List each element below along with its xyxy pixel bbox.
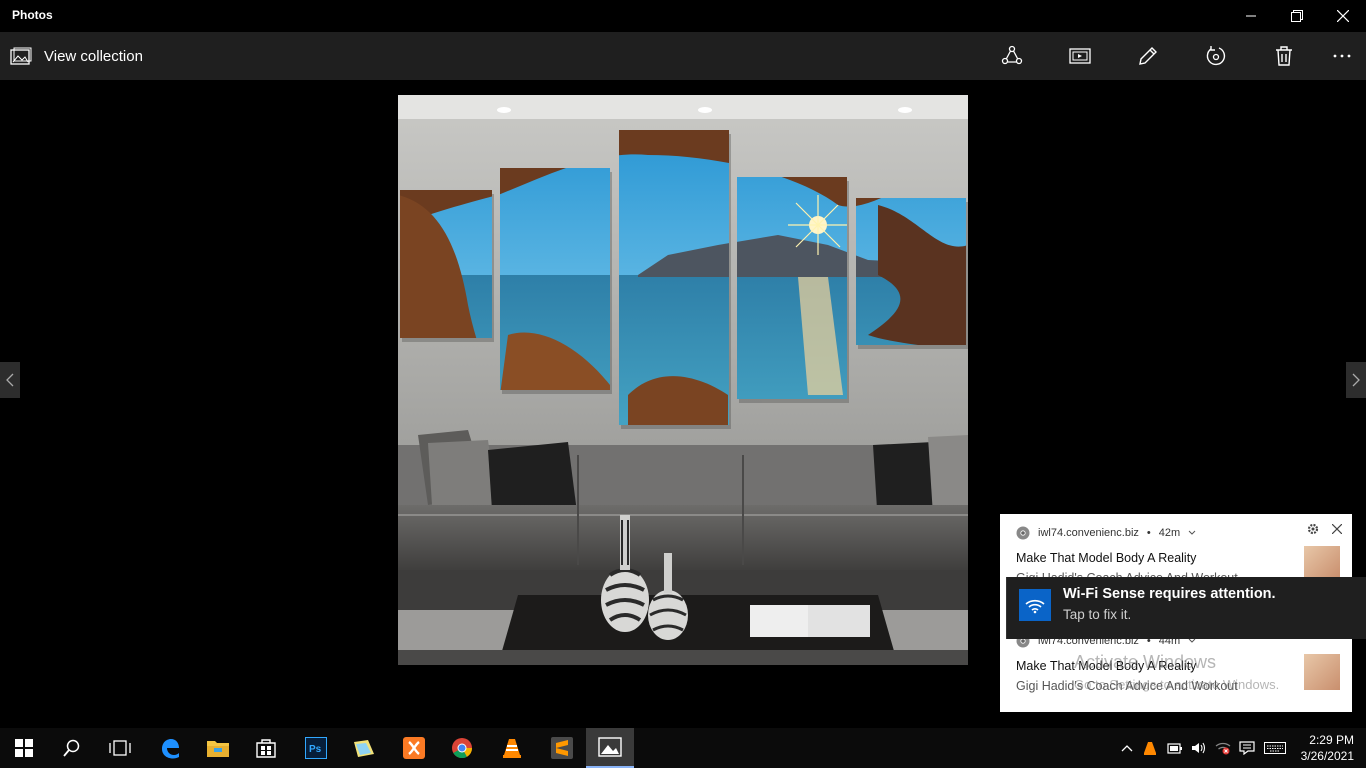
search-icon bbox=[63, 739, 80, 757]
minimize-icon bbox=[1246, 15, 1256, 17]
collection-icon bbox=[10, 47, 32, 65]
notification-title[interactable]: Make That Model Body A Reality bbox=[1016, 551, 1196, 565]
minimize-button[interactable] bbox=[1228, 0, 1274, 32]
taskbar-clock[interactable]: 2:29 PM 3/26/2021 bbox=[1301, 732, 1354, 764]
touch-keyboard-button[interactable] bbox=[1262, 728, 1288, 768]
volume-button[interactable] bbox=[1188, 728, 1210, 768]
search-button[interactable] bbox=[48, 728, 96, 768]
notification-settings-button[interactable] bbox=[1306, 522, 1320, 536]
edit-icon bbox=[1139, 47, 1157, 65]
activate-windows-watermark: Activate Windows bbox=[1074, 652, 1217, 672]
wifi-icon bbox=[1019, 589, 1051, 621]
view-collection-button[interactable]: View collection bbox=[10, 32, 143, 80]
more-button[interactable] bbox=[1322, 32, 1362, 80]
edge-icon bbox=[162, 739, 179, 759]
vlc-tray-button[interactable] bbox=[1140, 728, 1160, 768]
xampp-icon bbox=[403, 737, 425, 759]
store-icon bbox=[256, 739, 276, 758]
action-center-button[interactable] bbox=[1236, 728, 1258, 768]
notification-close-button[interactable] bbox=[1330, 522, 1344, 536]
chrome-icon bbox=[1016, 526, 1030, 540]
vlc-button[interactable] bbox=[488, 728, 536, 768]
notification-age: 42m bbox=[1158, 527, 1181, 539]
task-view-icon bbox=[109, 740, 131, 756]
notification-thumbnail bbox=[1304, 546, 1340, 578]
file-explorer-button[interactable] bbox=[194, 728, 242, 768]
show-hidden-icons-button[interactable] bbox=[1118, 728, 1136, 768]
battery-icon bbox=[1167, 743, 1182, 754]
battery-button[interactable] bbox=[1164, 728, 1186, 768]
chrome-button[interactable] bbox=[438, 728, 486, 768]
photos-icon bbox=[598, 737, 622, 757]
delete-icon bbox=[1276, 46, 1292, 66]
next-photo-button[interactable] bbox=[1346, 362, 1366, 398]
living-room-canvas-image bbox=[398, 95, 968, 665]
photos-app-button[interactable] bbox=[340, 728, 388, 768]
close-icon bbox=[1337, 10, 1349, 22]
chevron-down-icon bbox=[1188, 530, 1196, 535]
photoshop-icon: Ps bbox=[305, 737, 327, 759]
clock-time: 2:29 PM bbox=[1309, 733, 1354, 747]
restore-button[interactable] bbox=[1274, 0, 1320, 32]
notification-source: iwl74.convenienc.biz bbox=[1038, 527, 1139, 539]
photos-app-icon bbox=[354, 740, 374, 757]
task-view-button[interactable] bbox=[96, 728, 144, 768]
view-collection-label: View collection bbox=[44, 47, 143, 65]
chevron-left-icon bbox=[6, 373, 14, 387]
dot-separator: • bbox=[1146, 527, 1151, 539]
network-button[interactable] bbox=[1212, 728, 1234, 768]
close-icon bbox=[1332, 524, 1342, 534]
activate-windows-hint: Go to Settings to activate Windows. bbox=[1074, 677, 1280, 692]
wifi-sense-toast[interactable]: Wi-Fi Sense requires attention. Tap to f… bbox=[1006, 577, 1366, 639]
title-bar: Photos bbox=[0, 0, 1366, 32]
restore-icon bbox=[1291, 10, 1303, 22]
more-icon bbox=[1333, 54, 1351, 58]
share-icon bbox=[1001, 45, 1023, 65]
chevron-up-icon bbox=[1121, 745, 1133, 752]
notification-header: iwl74.convenienc.biz • 42m bbox=[1016, 524, 1196, 542]
rotate-button[interactable] bbox=[1196, 32, 1236, 80]
action-center-icon bbox=[1239, 741, 1255, 755]
displayed-photo bbox=[398, 95, 968, 665]
delete-button[interactable] bbox=[1264, 32, 1304, 80]
slideshow-icon bbox=[1069, 48, 1091, 64]
svg-text:Ps: Ps bbox=[309, 744, 322, 755]
slideshow-button[interactable] bbox=[1060, 32, 1100, 80]
edge-button[interactable] bbox=[146, 728, 194, 768]
close-button[interactable] bbox=[1320, 0, 1366, 32]
toast-subtitle: Tap to fix it. bbox=[1063, 607, 1132, 622]
store-button[interactable] bbox=[242, 728, 290, 768]
volume-icon bbox=[1192, 742, 1206, 754]
clock-date: 3/26/2021 bbox=[1300, 749, 1354, 763]
previous-photo-button[interactable] bbox=[0, 362, 20, 398]
keyboard-icon bbox=[1264, 742, 1286, 754]
vlc-icon bbox=[1144, 742, 1156, 755]
edit-button[interactable] bbox=[1128, 32, 1168, 80]
photoshop-button[interactable]: Ps bbox=[292, 728, 340, 768]
xampp-button[interactable] bbox=[390, 728, 438, 768]
sublime-button[interactable] bbox=[538, 728, 586, 768]
toast-title: Wi-Fi Sense requires attention. bbox=[1063, 586, 1276, 602]
rotate-icon bbox=[1206, 46, 1226, 66]
taskbar: Ps 2:29 PM 3/26/2021 bbox=[0, 728, 1366, 768]
notification-thumbnail bbox=[1304, 654, 1340, 690]
app-title: Photos bbox=[12, 8, 53, 22]
sublime-icon bbox=[551, 737, 573, 759]
wifi-disconnected-icon bbox=[1215, 742, 1231, 755]
vlc-icon bbox=[503, 739, 521, 758]
chrome-icon bbox=[452, 738, 473, 759]
share-button[interactable] bbox=[992, 32, 1032, 80]
gear-icon bbox=[1307, 523, 1319, 535]
file-explorer-icon bbox=[207, 741, 229, 757]
windows-start-icon bbox=[15, 739, 33, 757]
chevron-right-icon bbox=[1352, 373, 1360, 387]
photos-toolbar: View collection bbox=[0, 32, 1366, 80]
start-button[interactable] bbox=[0, 728, 48, 768]
photos-taskbar-button[interactable] bbox=[586, 728, 634, 768]
